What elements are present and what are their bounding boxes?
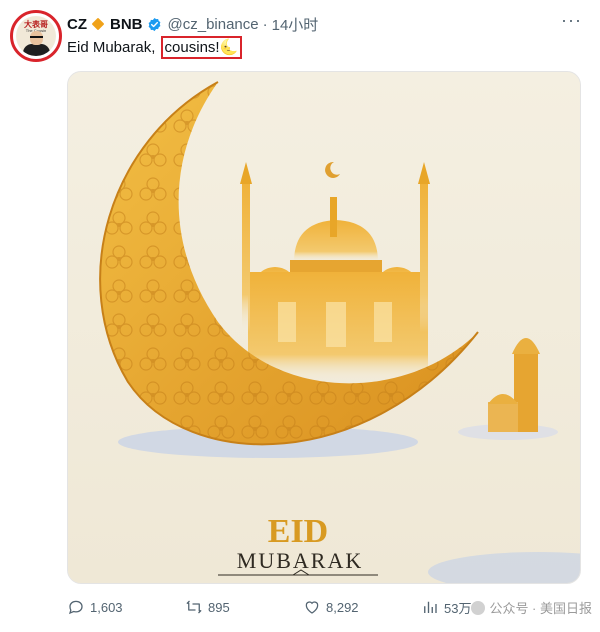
reply-count: 1,603 [90, 599, 123, 615]
like-button[interactable]: 8,292 [303, 598, 421, 616]
tweet-text-highlight-box: cousins!🌜 [160, 36, 243, 59]
watermark-icon [471, 600, 486, 615]
reply-button[interactable]: 1,603 [67, 598, 185, 616]
verified-badge-icon [148, 17, 160, 31]
views-icon [424, 601, 437, 613]
tweet-text: Eid Mubarak, cousins!🌜 [67, 36, 243, 59]
tweet-timestamp[interactable]: 14小时 [272, 14, 319, 35]
author-name[interactable]: CZ [67, 16, 87, 33]
watermark: 公众号 · 美国日报 [471, 598, 592, 617]
retweet-count: 895 [208, 599, 230, 615]
views-count: 53万 [444, 600, 472, 616]
media-title-eid: EID [268, 513, 328, 550]
author-handle[interactable]: @cz_binance [168, 16, 259, 33]
tweet-text-highlight: cousins! [164, 39, 220, 56]
bnb-icon [92, 18, 104, 30]
reply-icon [69, 600, 83, 615]
moon-emoji: 🌜 [219, 39, 239, 56]
eid-illustration: EID MUBARAK [68, 72, 580, 583]
avatar-body [23, 44, 50, 56]
avatar[interactable]: 大表哥 The Cousin [16, 16, 56, 56]
retweet-button[interactable]: 895 [185, 598, 303, 616]
avatar-highlight-circle[interactable]: 大表哥 The Cousin [10, 10, 62, 62]
author-token: BNB [110, 15, 143, 33]
like-icon [305, 601, 319, 614]
tweet-image[interactable]: EID MUBARAK [67, 71, 581, 584]
tweet-text-prefix: Eid Mubarak, [67, 39, 160, 56]
like-count: 8,292 [326, 599, 359, 615]
media-title-mubarak: MUBARAK [237, 548, 363, 573]
separator-dot: · [262, 15, 268, 33]
retweet-icon [186, 600, 202, 614]
tweet-header: CZ BNB @cz_binance · 14小时 [67, 14, 318, 34]
avatar-glasses [30, 36, 43, 41]
more-icon[interactable]: ··· [561, 10, 582, 31]
watermark-text: 公众号 · 美国日报 [489, 601, 592, 616]
